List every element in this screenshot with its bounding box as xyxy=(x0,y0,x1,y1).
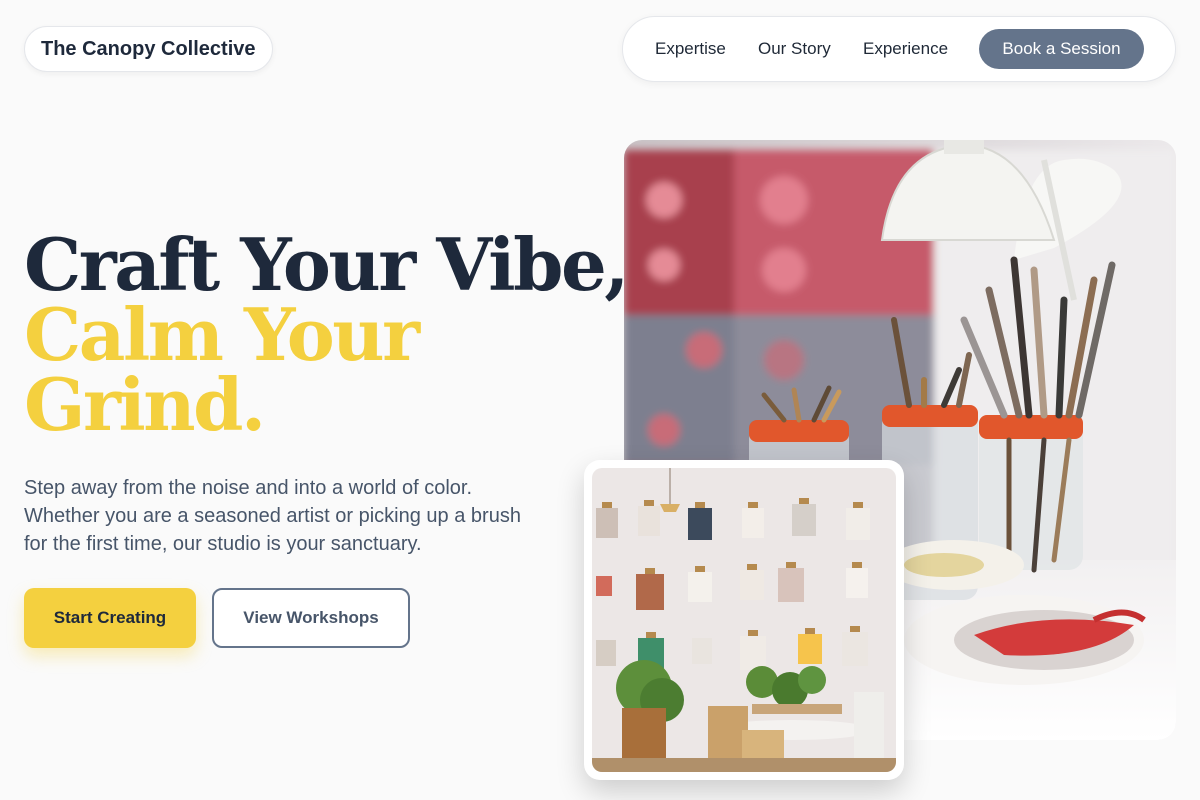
view-workshops-button[interactable]: View Workshops xyxy=(212,588,410,648)
headline-line-2: Calm Your xyxy=(24,292,420,377)
brand-name: The Canopy Collective xyxy=(41,37,256,60)
book-session-button[interactable]: Book a Session xyxy=(979,29,1144,69)
brand-logo[interactable]: The Canopy Collective xyxy=(24,26,273,72)
main-nav: Expertise Our Story Experience Book a Se… xyxy=(622,16,1176,82)
gallery-wall-card xyxy=(584,460,904,780)
book-session-label: Book a Session xyxy=(1002,39,1121,58)
start-creating-label: Start Creating xyxy=(53,608,167,627)
nav-link-experience[interactable]: Experience xyxy=(863,39,948,59)
headline-line-3: Grind. xyxy=(24,362,266,447)
hero-subtitle: Step away from the noise and into a worl… xyxy=(24,477,521,555)
view-workshops-label: View Workshops xyxy=(243,608,379,627)
nav-link-expertise[interactable]: Expertise xyxy=(655,39,726,59)
headline-line-1: Craft Your Vibe, xyxy=(24,222,629,307)
gallery-wall-illustration xyxy=(592,468,896,772)
hero-headline: Craft Your Vibe, Calm Your Grind. xyxy=(24,222,629,447)
nav-link-our-story[interactable]: Our Story xyxy=(758,39,831,59)
start-creating-button[interactable]: Start Creating xyxy=(24,588,196,648)
gallery-wall-image xyxy=(592,468,896,772)
